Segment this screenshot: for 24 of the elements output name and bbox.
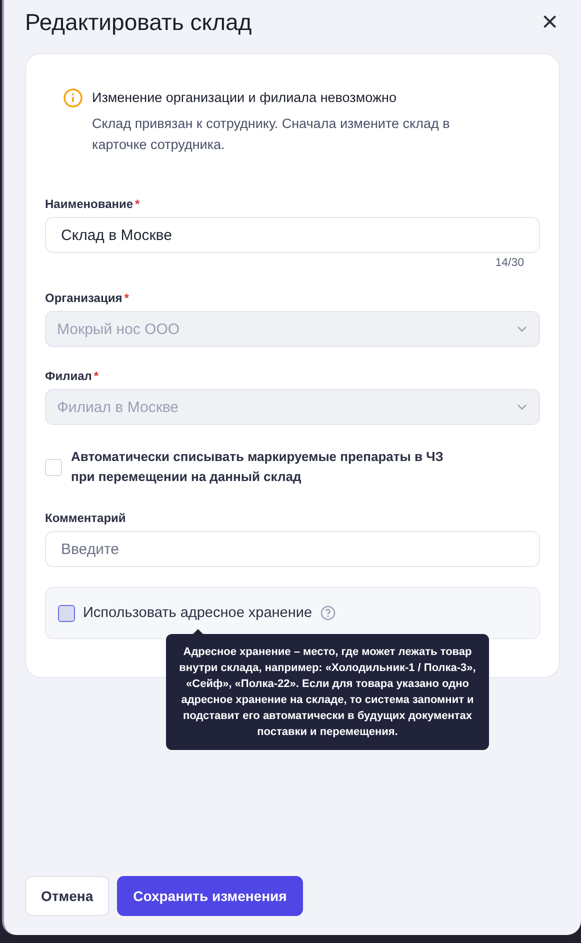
required-mark: * (135, 197, 140, 211)
checkbox[interactable] (58, 604, 75, 622)
tooltip: Адресное хранение – место, где может лежать товар внутри склада, например: «Холодильник-1 / Полка-3», «Сейф», «Полка-22». Если для товара указано одно адресное хранение на складе, то система запомнит и подставит его автоматически в будущих документах поставки и перемещения. (166, 634, 489, 750)
checkbox-label: Автоматически списывать маркируемые препараты в ЧЗ при перемещении на данный склад (71, 448, 444, 486)
field-label: Организация (45, 291, 122, 305)
cancel-button[interactable]: Отмена (25, 876, 110, 916)
checkbox-label: Использовать адресное хранение (83, 605, 312, 621)
text-field[interactable]: Введите (45, 531, 540, 567)
notice-title: Изменение организации и филиала невозможно (92, 89, 398, 107)
chevron-down-icon (516, 403, 528, 411)
required-mark: * (94, 369, 99, 383)
notice-text: Склад привязан к сотруднику. Сначала измените склад в карточке сотрудника. (92, 115, 451, 154)
char-counter: 14/30 (495, 257, 524, 269)
save-button[interactable]: Сохранить изменения (117, 876, 303, 916)
help-icon[interactable] (320, 605, 336, 621)
field-label: Комментарий (45, 511, 126, 525)
required-mark: * (124, 291, 129, 305)
field-label: Филиал (45, 369, 92, 383)
close-button[interactable]: × (540, 8, 560, 36)
info-icon (63, 88, 83, 108)
field-label: Наименование (45, 197, 134, 211)
dialog-title: Редактировать склад (25, 8, 252, 36)
chevron-down-icon (516, 325, 528, 333)
text-field[interactable]: Склад в Москве (45, 217, 540, 253)
